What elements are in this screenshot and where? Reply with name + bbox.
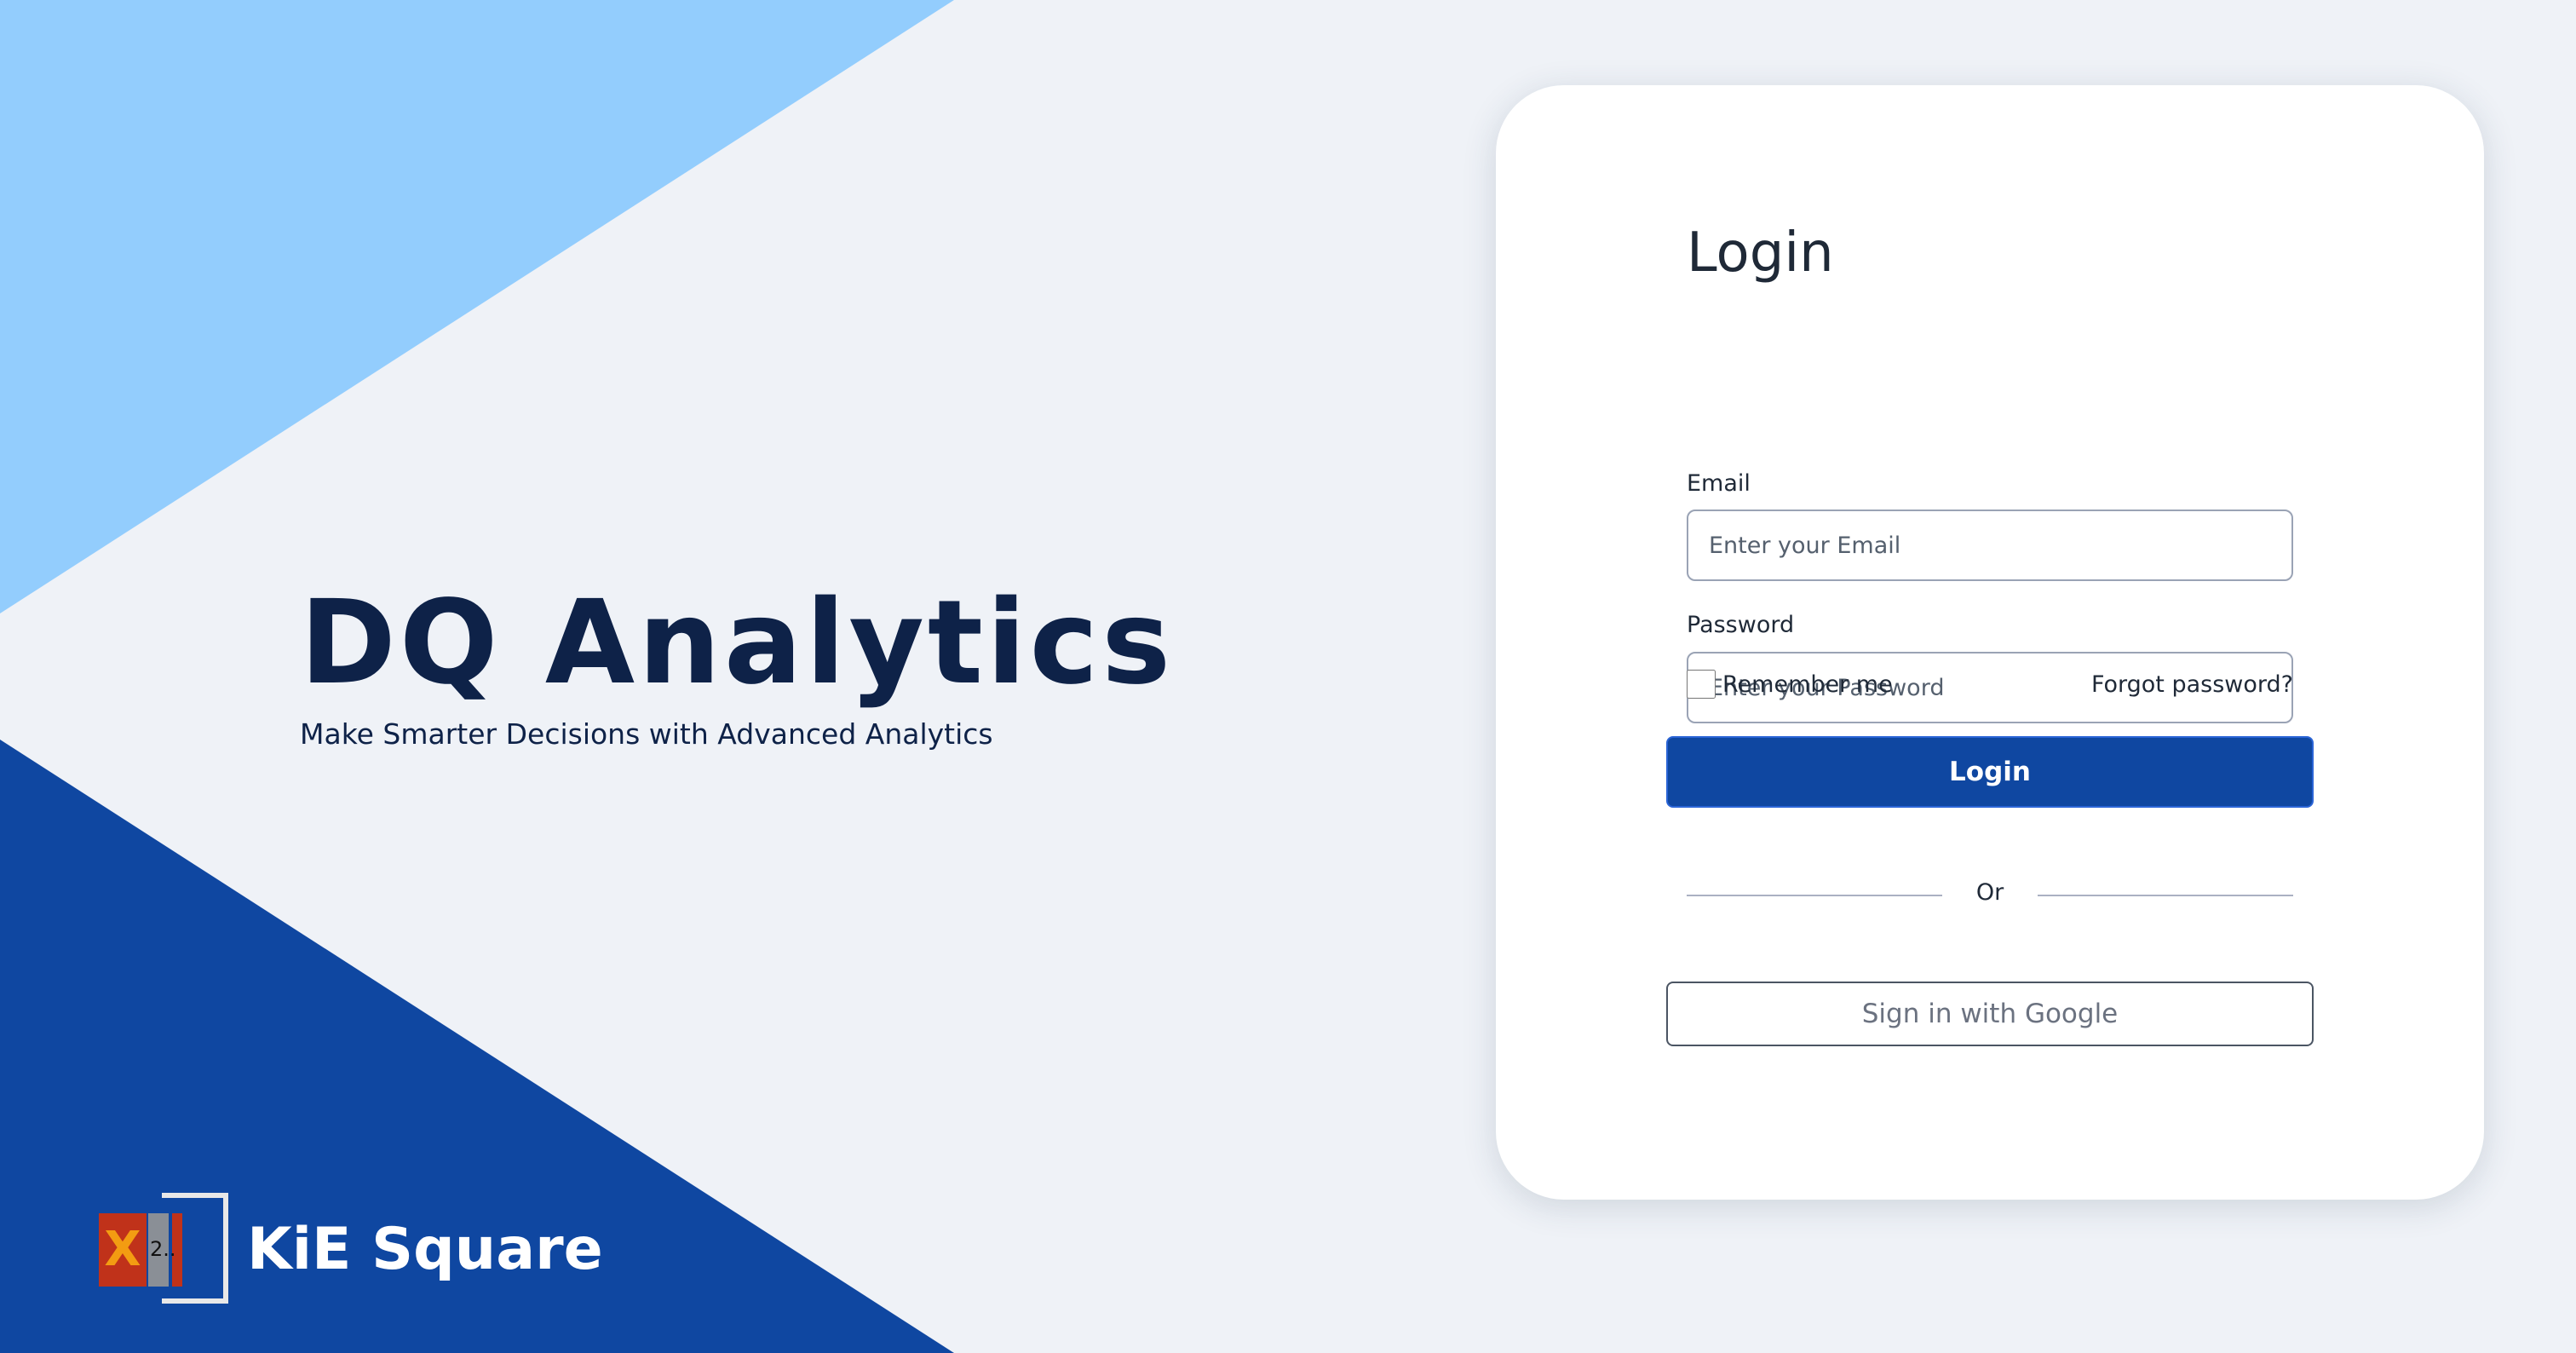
light-blue-triangle	[0, 0, 954, 613]
login-heading: Login	[1687, 222, 1834, 285]
divider-line-right	[2038, 895, 2293, 896]
logo-mark-icon: X 2..	[95, 1189, 235, 1309]
google-signin-button[interactable]: Sign in with Google	[1666, 982, 2314, 1046]
brand-title: DQ Analytics	[300, 576, 1175, 711]
login-card: Login Email Password Remember me Forgot …	[1496, 85, 2484, 1200]
logo-x-glyph: X	[99, 1213, 147, 1287]
login-button[interactable]: Login	[1666, 736, 2314, 808]
logo-text: KiE Square	[247, 1215, 603, 1283]
login-page: DQ Analytics Make Smarter Decisions with…	[0, 0, 2576, 1353]
email-label: Email	[1687, 470, 1751, 497]
brand-tagline: Make Smarter Decisions with Advanced Ana…	[300, 717, 993, 751]
brand-block: DQ Analytics Make Smarter Decisions with…	[300, 576, 1175, 751]
remember-me[interactable]: Remember me	[1687, 670, 1893, 699]
password-label: Password	[1687, 612, 1795, 638]
remember-me-label[interactable]: Remember me	[1722, 671, 1893, 698]
company-logo: X 2.. KiE Square	[95, 1189, 603, 1309]
divider-line-left	[1687, 895, 1942, 896]
email-input[interactable]	[1687, 510, 2293, 581]
remember-me-checkbox[interactable]	[1687, 670, 1716, 699]
logo-frame	[162, 1193, 228, 1304]
divider-or: Or	[1975, 879, 2004, 906]
forgot-password-link[interactable]: Forgot password?	[2091, 671, 2293, 698]
